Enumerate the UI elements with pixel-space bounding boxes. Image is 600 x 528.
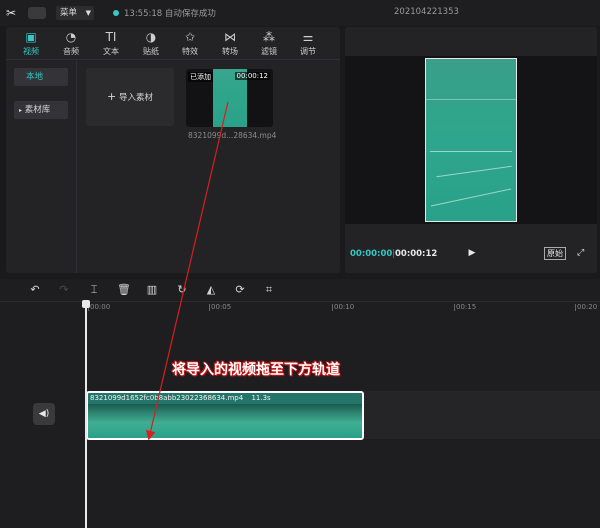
sidebar-item-local[interactable]: 本地 [14, 68, 68, 86]
ruler-tick: 00:20 [574, 303, 598, 311]
app-logo-icon: ✂ [6, 6, 17, 20]
tab-label: 贴纸 [143, 47, 159, 56]
import-label: 导入素材 [118, 93, 153, 103]
annotation-text: 将导入的视频拖至下方轨道 [172, 362, 340, 378]
transition-icon: ⋈ [224, 30, 236, 44]
added-badge: 已添加 [188, 72, 213, 82]
chevron-down-icon: ▼ [85, 9, 91, 17]
menu-button[interactable]: 菜单 ▼ [56, 6, 94, 20]
preview-panel: 00:00:00 | 00:00:12 ▶ 原始 ⤢ [345, 27, 597, 273]
media-tabs: ▣ 视频 ◔ 音频 TI 文本 ◑ 贴纸 ✩ 特效 ⋈ 转场 ⁂ 滤镜 ⚌ 调节 [6, 27, 340, 60]
freeze-icon[interactable]: ▥ [145, 283, 159, 297]
timeline-toolbar: ↶ ↷ ⌶ 🗑 ▥ ↻ ◭ ⟳ ⌗ [0, 279, 600, 302]
playhead-handle[interactable] [82, 300, 90, 308]
preview-video[interactable] [425, 58, 517, 222]
clip-header: 8321099d1652fc0b8abb23022368634.mp4 11.3… [88, 393, 362, 404]
tab-label: 文本 [103, 47, 119, 56]
tab-text[interactable]: TI 文本 [92, 27, 130, 59]
tab-label: 音频 [63, 47, 79, 56]
crop-icon[interactable]: ⌗ [262, 283, 276, 297]
save-time: 13:55:18 [124, 9, 163, 19]
clip-frame [88, 404, 145, 438]
filter-icon: ⁂ [263, 30, 275, 44]
clip-frame [256, 404, 313, 438]
split-icon[interactable]: ⌶ [87, 283, 101, 297]
sidebar-item-library[interactable]: ▸ 素材库 [14, 101, 68, 119]
delete-icon[interactable]: 🗑 [117, 283, 131, 297]
tab-video[interactable]: ▣ 视频 [12, 27, 50, 59]
tab-label: 转场 [222, 47, 238, 56]
plus-icon: + [107, 90, 117, 103]
mirror-icon[interactable]: ◭ [204, 283, 218, 297]
triangle-right-icon: ▸ [19, 107, 23, 114]
tab-effects[interactable]: ✩ 特效 [171, 27, 209, 59]
timeline-panel: ↶ ↷ ⌶ 🗑 ▥ ↻ ◭ ⟳ ⌗ 00:00 00:05 00:10 00:1… [0, 279, 600, 528]
tab-sticker[interactable]: ◑ 贴纸 [132, 27, 170, 59]
project-title: 202104221353 [394, 7, 459, 17]
sticker-icon: ◑ [145, 30, 157, 44]
media-sidebar: 本地 ▸ 素材库 [6, 60, 77, 273]
tab-label: 特效 [182, 47, 198, 56]
timeline-clip[interactable]: 8321099d1652fc0b8abb23022368634.mp4 11.3… [86, 391, 364, 440]
tab-label: 视频 [23, 47, 39, 56]
tab-label: 调节 [300, 47, 316, 56]
ruler-tick: 00:00 [87, 303, 111, 311]
save-status: 13:55:18 自动保存成功 [124, 7, 216, 19]
playhead[interactable] [85, 303, 87, 528]
undo-icon[interactable]: ↶ [28, 283, 42, 297]
avatar[interactable] [28, 7, 46, 19]
sidebar-item-label: 本地 [26, 72, 44, 82]
clip-duration: 11.3s [251, 394, 271, 402]
video-icon: ▣ [25, 30, 37, 44]
clip-frame [312, 404, 362, 438]
save-status-icon [113, 10, 119, 16]
ruler-tick: 00:05 [208, 303, 232, 311]
reverse-icon[interactable]: ↻ [175, 283, 189, 297]
total-time: 00:00:12 [395, 249, 438, 259]
media-thumbnail[interactable]: 已添加 00:00:12 [186, 69, 273, 127]
tab-label: 滤镜 [261, 47, 277, 56]
fullscreen-icon[interactable]: ⤢ [577, 247, 587, 259]
current-time: 00:00:00 [350, 249, 393, 259]
menu-label: 菜单 [60, 8, 78, 18]
import-button[interactable]: + 导入素材 [86, 68, 174, 126]
tab-filter[interactable]: ⁂ 滤镜 [250, 27, 288, 59]
clip-frame [200, 404, 257, 438]
save-status-text: 自动保存成功 [164, 9, 216, 19]
redo-icon[interactable]: ↷ [57, 283, 71, 297]
time-ruler[interactable]: 00:00 00:05 00:10 00:15 00:20 [86, 301, 600, 315]
thumbnail-duration: 00:00:12 [234, 72, 270, 80]
audio-icon: ◔ [65, 30, 77, 44]
ruler-tick: 00:10 [331, 303, 355, 311]
clip-name: 8321099d1652fc0b8abb23022368634.mp4 [90, 394, 244, 402]
rotate-icon[interactable]: ⟳ [233, 283, 247, 297]
tab-audio[interactable]: ◔ 音频 [52, 27, 90, 59]
sidebar-item-label: 素材库 [24, 105, 51, 115]
tab-transition[interactable]: ⋈ 转场 [211, 27, 249, 59]
play-icon[interactable]: ▶ [466, 247, 478, 259]
track-mute-icon[interactable]: ◀) [33, 403, 55, 425]
thumbnail-filename: 8321099d...28634.mp4 [188, 131, 277, 140]
tab-adjust[interactable]: ⚌ 调节 [289, 27, 327, 59]
effects-icon: ✩ [184, 30, 196, 44]
adjust-icon: ⚌ [302, 30, 314, 44]
media-panel: ▣ 视频 ◔ 音频 TI 文本 ◑ 贴纸 ✩ 特效 ⋈ 转场 ⁂ 滤镜 ⚌ 调节 [6, 27, 340, 273]
clip-frame [144, 404, 201, 438]
text-icon: TI [105, 30, 117, 44]
title-bar: ✂ 菜单 ▼ 13:55:18 自动保存成功 202104221353 [0, 0, 600, 26]
ratio-button[interactable]: 原始 [544, 247, 566, 260]
ruler-tick: 00:15 [453, 303, 477, 311]
